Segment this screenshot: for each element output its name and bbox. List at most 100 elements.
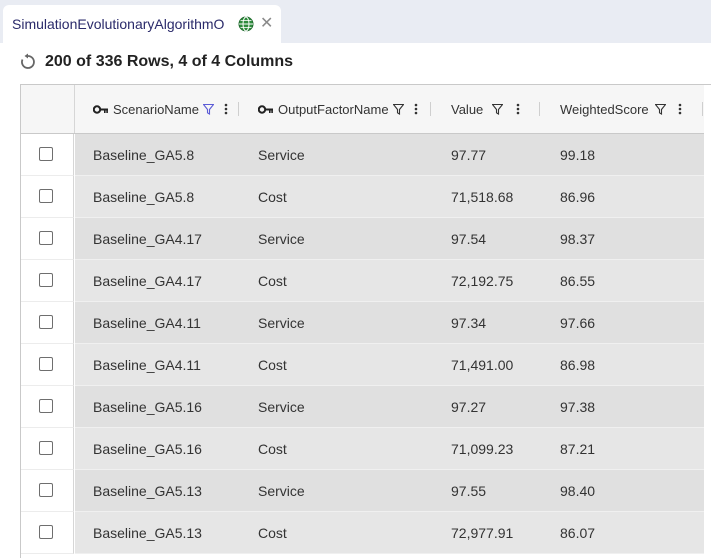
tab-title: SimulationEvolutionaryAlgorithmO [12, 16, 225, 32]
row-select-cell [21, 134, 74, 176]
cell-value: 97.34 [451, 315, 487, 331]
row-data: Baseline_GA5.13 Service 97.55 98.40 [75, 470, 704, 512]
row-select-cell [21, 428, 74, 470]
cell-value: 71,491.00 [451, 357, 514, 373]
column-label: Value [451, 101, 484, 117]
column-separator[interactable] [702, 102, 703, 116]
cell-scenarioname: Baseline_GA5.16 [93, 441, 202, 457]
column-header-outputfactorname[interactable]: OutputFactorName [258, 85, 418, 133]
cell-weightedscore: 86.98 [560, 357, 596, 373]
cell-outputfactorname: Service [258, 147, 305, 163]
row-checkbox[interactable] [39, 525, 53, 539]
cell-outputfactorname: Cost [258, 525, 287, 541]
cell-scenarioname: Baseline_GA4.17 [93, 231, 202, 247]
cell-value: 97.27 [451, 399, 487, 415]
row-checkbox[interactable] [39, 273, 53, 287]
grid-header: ScenarioName OutputFactorName Value Weig… [21, 85, 711, 134]
row-select-cell [21, 176, 74, 218]
row-data: Baseline_GA5.16 Cost 71,099.23 87.21 [75, 428, 704, 470]
column-header-scenarioname[interactable]: ScenarioName [93, 85, 228, 133]
document-tab[interactable]: SimulationEvolutionaryAlgorithmO ✕ [3, 5, 281, 43]
row-select-cell [21, 386, 74, 428]
column-label: ScenarioName [113, 101, 199, 117]
row-select-cell [21, 302, 74, 344]
cell-outputfactorname: Service [258, 315, 305, 331]
row-checkbox[interactable] [39, 315, 53, 329]
row-data: Baseline_GA5.13 Cost 72,977.91 86.07 [75, 512, 704, 554]
filter-icon[interactable] [654, 103, 666, 115]
column-label: WeightedScore [560, 101, 649, 117]
row-data: Baseline_GA4.17 Service 97.54 98.37 [75, 218, 704, 260]
table-row[interactable]: Baseline_GA5.8 Service 97.77 99.18 [21, 134, 711, 176]
column-label: OutputFactorName [278, 101, 389, 117]
cell-value: 72,977.91 [451, 525, 514, 541]
column-menu-icon[interactable] [516, 103, 520, 115]
cell-weightedscore: 98.37 [560, 231, 596, 247]
column-separator[interactable] [430, 102, 431, 116]
row-count-label: 200 of 336 Rows, 4 of 4 Columns [45, 53, 294, 70]
table-row[interactable]: Baseline_GA5.8 Cost 71,518.68 86.96 [21, 176, 711, 218]
cell-outputfactorname: Service [258, 483, 305, 499]
cell-value: 97.54 [451, 231, 487, 247]
row-select-cell [21, 260, 74, 302]
cell-weightedscore: 98.40 [560, 483, 596, 499]
close-icon[interactable]: ✕ [260, 16, 273, 32]
cell-outputfactorname: Cost [258, 357, 287, 373]
row-select-cell [21, 512, 74, 554]
cell-weightedscore: 86.55 [560, 273, 596, 289]
row-data: Baseline_GA4.11 Service 97.34 97.66 [75, 302, 704, 344]
table-row[interactable]: Baseline_GA4.17 Service 97.54 98.37 [21, 218, 711, 260]
cell-scenarioname: Baseline_GA5.13 [93, 483, 202, 499]
row-data: Baseline_GA4.17 Cost 72,192.75 86.55 [75, 260, 704, 302]
key-icon [258, 104, 273, 114]
cell-scenarioname: Baseline_GA4.17 [93, 273, 202, 289]
cell-scenarioname: Baseline_GA4.11 [93, 315, 201, 331]
table-row[interactable]: Baseline_GA5.16 Cost 71,099.23 87.21 [21, 428, 711, 470]
cell-weightedscore: 86.96 [560, 189, 596, 205]
row-data: Baseline_GA4.11 Cost 71,491.00 86.98 [75, 344, 704, 386]
column-header-weightedscore[interactable]: WeightedScore [560, 85, 682, 133]
row-checkbox[interactable] [39, 441, 53, 455]
column-menu-icon[interactable] [678, 103, 682, 115]
row-select-cell [21, 470, 74, 512]
table-row[interactable]: Baseline_GA5.13 Cost 72,977.91 86.07 [21, 512, 711, 554]
cell-value: 97.55 [451, 483, 487, 499]
table-row[interactable]: Baseline_GA4.11 Cost 71,491.00 86.98 [21, 344, 711, 386]
cell-weightedscore: 97.38 [560, 399, 596, 415]
cell-outputfactorname: Service [258, 231, 305, 247]
table-row[interactable]: Baseline_GA5.16 Service 97.27 97.38 [21, 386, 711, 428]
row-checkbox[interactable] [39, 399, 53, 413]
row-select-cell [21, 344, 74, 386]
tab-strip: SimulationEvolutionaryAlgorithmO ✕ [0, 0, 711, 43]
filter-icon[interactable] [392, 103, 404, 115]
cell-weightedscore: 99.18 [560, 147, 596, 163]
cell-weightedscore: 87.21 [560, 441, 596, 457]
cell-outputfactorname: Cost [258, 441, 287, 457]
column-separator[interactable] [238, 102, 239, 116]
cell-value: 71,518.68 [451, 189, 514, 205]
refresh-icon[interactable] [19, 53, 37, 71]
row-data: Baseline_GA5.16 Service 97.27 97.38 [75, 386, 704, 428]
cell-weightedscore: 97.66 [560, 315, 596, 331]
cell-scenarioname: Baseline_GA5.16 [93, 399, 202, 415]
filter-icon[interactable] [492, 103, 504, 115]
row-checkbox[interactable] [39, 357, 53, 371]
table-row[interactable]: Baseline_GA5.13 Service 97.55 98.40 [21, 470, 711, 512]
column-menu-icon[interactable] [224, 103, 228, 115]
column-header-value[interactable]: Value [451, 85, 520, 133]
row-checkbox[interactable] [39, 189, 53, 203]
table-row[interactable]: Baseline_GA4.11 Service 97.34 97.66 [21, 302, 711, 344]
column-menu-icon[interactable] [414, 103, 418, 115]
row-checkbox[interactable] [39, 231, 53, 245]
cell-scenarioname: Baseline_GA5.13 [93, 525, 202, 541]
row-checkbox[interactable] [39, 147, 53, 161]
cell-value: 71,099.23 [451, 441, 514, 457]
cell-value: 72,192.75 [451, 273, 514, 289]
table-row[interactable]: Baseline_GA4.17 Cost 72,192.75 86.55 [21, 260, 711, 302]
cell-scenarioname: Baseline_GA4.11 [93, 357, 201, 373]
row-data: Baseline_GA5.8 Service 97.77 99.18 [75, 134, 704, 176]
column-separator[interactable] [539, 102, 540, 116]
cell-outputfactorname: Service [258, 399, 305, 415]
filter-icon[interactable] [203, 103, 214, 115]
row-checkbox[interactable] [39, 483, 53, 497]
